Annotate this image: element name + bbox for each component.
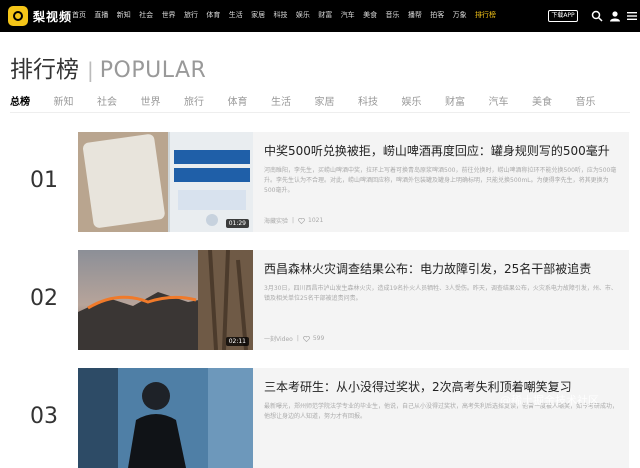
like-count: 599 xyxy=(312,335,325,342)
page-title-chinese: 排行榜 xyxy=(10,57,79,83)
nav-item-live[interactable]: 直播 xyxy=(94,10,116,20)
video-duration: 01:29 xyxy=(225,219,249,228)
item-title[interactable]: 中奖500听兑换被拒，崂山啤酒再度回应：罐身规则写的500毫升 xyxy=(264,142,610,159)
nav-item-wanxiang[interactable]: 万象 xyxy=(453,10,475,20)
nav-item-music[interactable]: 音乐 xyxy=(385,10,407,20)
menu-icon[interactable] xyxy=(626,10,638,22)
nav-item-tech[interactable]: 科技 xyxy=(274,10,296,20)
pear-video-logo[interactable] xyxy=(8,6,28,26)
nav-item-knowledge[interactable]: 新知 xyxy=(117,10,139,20)
nav-item-auto[interactable]: 汽车 xyxy=(341,10,363,20)
item-title[interactable]: 西昌森林火灾调查结果公布：电力故障引发，25名干部被追责 xyxy=(264,260,591,277)
item-card[interactable]: 三本考研生：从小没得过奖状，2次高考失利顶着嘲笑复习 最新曝光，郑州师范学院法学… xyxy=(253,368,629,468)
tab-entertainment[interactable]: 娱乐 xyxy=(402,93,446,108)
item-description: 3月30日，四川西昌市泸山发生森林火灾，造成19名扑火人员牺牲、3人受伤。昨天，… xyxy=(264,285,617,302)
tab-life[interactable]: 生活 xyxy=(271,93,315,108)
video-thumbnail[interactable]: 02:11 xyxy=(78,250,253,350)
ranking-item[interactable]: 03 三本考研生：从小没得过奖状，2次高考失利顶着嘲笑复习 最新曝光，郑州师范学… xyxy=(0,368,640,468)
tabs-divider xyxy=(10,112,630,113)
top-navigation-bar: 梨视频 首页 直播 新知 社会 世界 旅行 体育 生活 家居 科技 娱乐 财富 … xyxy=(0,0,640,32)
ranking-item[interactable]: 01 01:29 中奖500听兑换被拒，崂山啤酒再度回应：罐身规则写的500毫升… xyxy=(0,132,640,232)
brand-name[interactable]: 梨视频 xyxy=(33,8,72,25)
item-card[interactable]: 中奖500听兑换被拒，崂山啤酒再度回应：罐身规则写的500毫升 河南睢阳，李先生… xyxy=(253,132,629,232)
tab-wealth[interactable]: 财富 xyxy=(445,93,489,108)
ranking-item[interactable]: 02 02:11 西昌森林火灾调查结果公布：电力故障引发，25名干部被追责 3月… xyxy=(0,250,640,350)
watermark: @稀土掘金技术社区 xyxy=(500,394,599,407)
tab-food[interactable]: 美食 xyxy=(532,93,576,108)
nav-item-life[interactable]: 生活 xyxy=(229,10,251,20)
thumbnail-image xyxy=(78,250,253,350)
rank-number: 02 xyxy=(30,286,58,311)
user-icon[interactable] xyxy=(609,10,621,22)
nav-item-home[interactable]: 首页 xyxy=(72,10,94,20)
page-title: 排行榜 | POPULAR xyxy=(10,50,206,84)
rank-number: 03 xyxy=(30,404,58,429)
tab-home-living[interactable]: 家居 xyxy=(315,93,359,108)
nav-item-home-living[interactable]: 家居 xyxy=(251,10,273,20)
page-title-english: POPULAR xyxy=(99,58,207,83)
tab-tech[interactable]: 科技 xyxy=(358,93,402,108)
tab-society[interactable]: 社会 xyxy=(97,93,141,108)
tab-knowledge[interactable]: 新知 xyxy=(54,93,98,108)
item-source[interactable]: 海藏实验 xyxy=(264,216,288,225)
search-icon[interactable] xyxy=(591,10,603,22)
like-count: 1021 xyxy=(308,217,324,224)
rank-number: 01 xyxy=(30,168,58,193)
item-card[interactable]: 西昌森林火灾调查结果公布：电力故障引发，25名干部被追责 3月30日，四川西昌市… xyxy=(253,250,629,350)
nav-item-food[interactable]: 美食 xyxy=(363,10,385,20)
video-duration: 02:11 xyxy=(225,337,249,346)
like-icon[interactable] xyxy=(298,217,305,224)
thumbnail-image xyxy=(78,132,253,232)
tab-overall[interactable]: 总榜 xyxy=(10,93,54,108)
video-thumbnail[interactable] xyxy=(78,368,253,468)
thumbnail-image xyxy=(78,368,253,468)
nav-item-entertainment[interactable]: 娱乐 xyxy=(296,10,318,20)
tab-travel[interactable]: 旅行 xyxy=(184,93,228,108)
download-app-button[interactable]: 下载APP xyxy=(548,10,578,22)
nav-item-paike[interactable]: 拍客 xyxy=(430,10,452,20)
like-icon[interactable] xyxy=(303,335,310,342)
meta-separator: | xyxy=(292,217,295,224)
item-source[interactable]: 一刻Video xyxy=(264,334,293,343)
nav-item-bobang[interactable]: 播帮 xyxy=(408,10,430,20)
nav-item-world[interactable]: 世界 xyxy=(162,10,184,20)
nav-item-wealth[interactable]: 财富 xyxy=(318,10,340,20)
tab-music[interactable]: 音乐 xyxy=(576,93,620,108)
tab-auto[interactable]: 汽车 xyxy=(489,93,533,108)
nav-item-society[interactable]: 社会 xyxy=(139,10,161,20)
main-nav: 首页 直播 新知 社会 世界 旅行 体育 生活 家居 科技 娱乐 财富 汽车 美… xyxy=(72,10,497,20)
tab-sports[interactable]: 体育 xyxy=(228,93,272,108)
meta-separator: | xyxy=(296,335,299,342)
nav-item-sports[interactable]: 体育 xyxy=(206,10,228,20)
category-tabs: 总榜 新知 社会 世界 旅行 体育 生活 家居 科技 娱乐 财富 汽车 美食 音… xyxy=(10,93,619,108)
title-separator: | xyxy=(87,58,94,82)
video-thumbnail[interactable]: 01:29 xyxy=(78,132,253,232)
tab-world[interactable]: 世界 xyxy=(141,93,185,108)
nav-item-ranking[interactable]: 排行榜 xyxy=(475,10,497,20)
item-meta: 海藏实验 | 1021 xyxy=(264,216,323,225)
item-meta: 一刻Video | 599 xyxy=(264,334,324,343)
item-description: 河南睢阳，李先生，买崂山啤酒中奖，拉环上写着可换青岛原浆啤酒500，前往兑换时，… xyxy=(264,167,617,194)
nav-item-travel[interactable]: 旅行 xyxy=(184,10,206,20)
